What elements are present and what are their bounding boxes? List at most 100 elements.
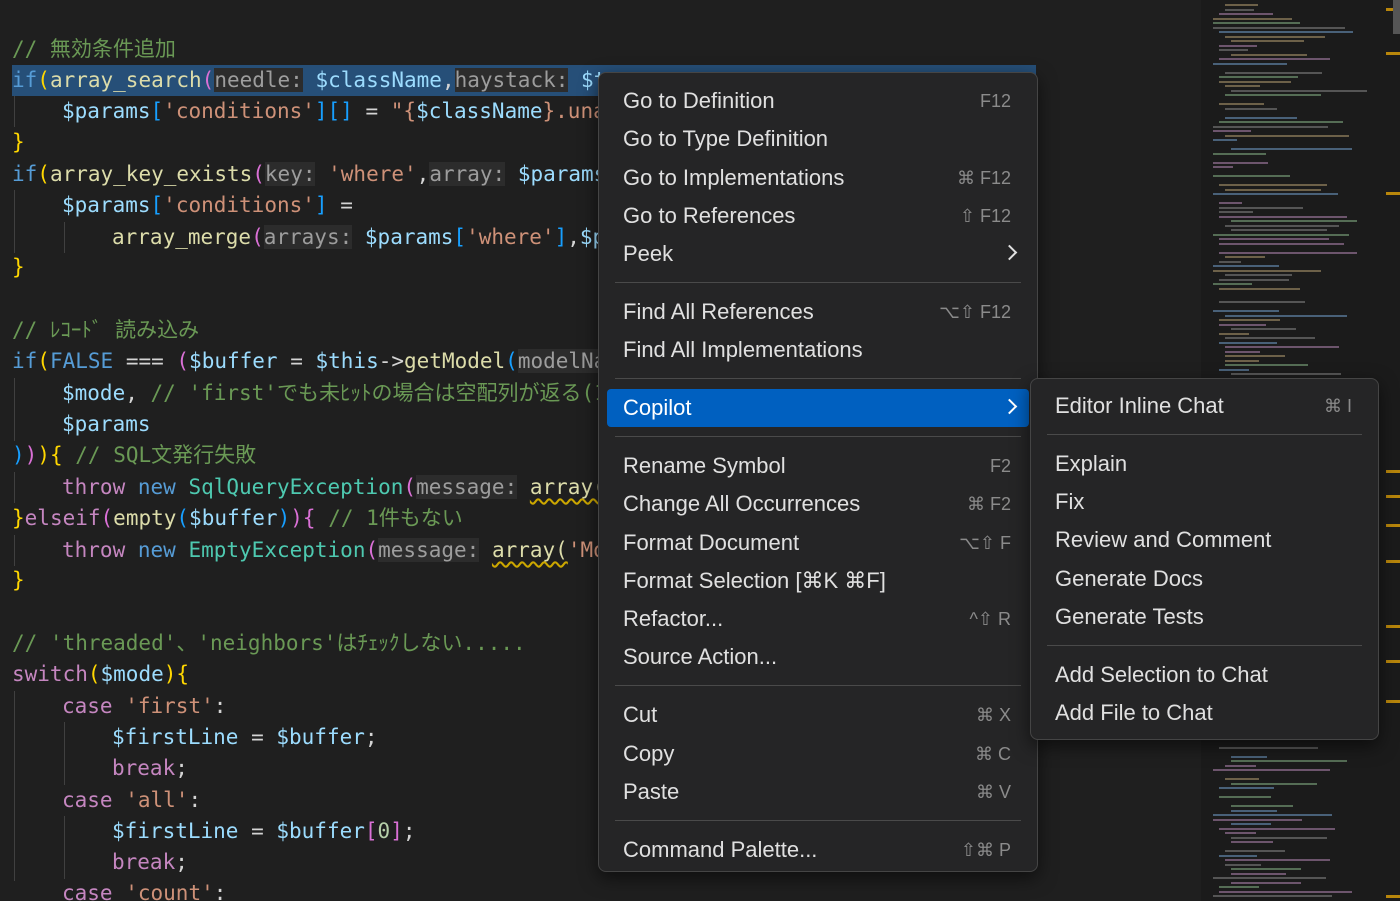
code-token: $buffer <box>189 506 278 530</box>
menu-item-copilot[interactable]: Copilot <box>607 389 1029 428</box>
code-line[interactable]: } <box>12 252 25 283</box>
minimap-line <box>1219 76 1298 78</box>
code-line[interactable]: throw new EmptyException(message: array(… <box>12 535 606 566</box>
code-line[interactable]: array_merge(arrays: $params['where'],$p <box>12 222 605 253</box>
code-token: $firstLine <box>112 725 239 749</box>
code-token: ] <box>554 225 568 249</box>
menu-item-refactor[interactable]: Refactor... ^⇧ R <box>607 600 1029 638</box>
menu-item-review-and-comment[interactable]: Review and Comment <box>1039 521 1370 559</box>
code-token: ; <box>175 756 188 780</box>
menu-item-label: Generate Tests <box>1055 604 1204 629</box>
menu-item-rename-symbol[interactable]: Rename Symbol F2 <box>607 447 1029 485</box>
minimap-line <box>1231 89 1367 92</box>
menu-item-change-all-occurrences[interactable]: Change All Occurrences ⌘ F2 <box>607 485 1029 523</box>
code-token: throw <box>62 538 126 562</box>
code-token: array_merge <box>112 225 252 249</box>
code-line[interactable]: throw new SqlQueryException(message: arr… <box>12 472 606 503</box>
code-line[interactable]: } <box>12 127 25 158</box>
menu-item-copy[interactable]: Copy ⌘ C <box>607 735 1029 773</box>
menu-item-source-action[interactable]: Source Action... <box>607 638 1029 676</box>
menu-item-find-all-references[interactable]: Find All References ⌥⇧ F12 <box>607 293 1029 331</box>
code-line[interactable]: $params <box>12 409 151 440</box>
menu-item-fix[interactable]: Fix <box>1039 483 1370 521</box>
minimap-line <box>1225 4 1258 6</box>
code-line[interactable]: if(array_key_exists(key: 'where',array: … <box>12 159 606 190</box>
menu-item-command-palette[interactable]: Command Palette... ⇧⌘ P <box>607 831 1029 869</box>
menu-item-explain[interactable]: Explain <box>1039 445 1370 483</box>
code-line[interactable]: case 'count': <box>12 878 226 901</box>
menu-item-generate-tests[interactable]: Generate Tests <box>1039 598 1370 636</box>
minimap-line <box>1225 85 1260 87</box>
minimap-line <box>1219 206 1303 209</box>
code-token: "{ <box>390 99 417 123</box>
minimap-line <box>1225 116 1297 119</box>
menu-item-format-selection-k-f[interactable]: Format Selection [⌘K ⌘F] <box>607 562 1029 600</box>
menu-item-go-to-type-definition[interactable]: Go to Type Definition <box>607 120 1029 158</box>
code-line[interactable]: switch($mode){ <box>12 659 189 690</box>
menu-item-format-document[interactable]: Format Document ⌥⇧ F <box>607 524 1029 562</box>
minimap-line <box>1231 809 1277 812</box>
code-token: EmptyException <box>188 538 366 562</box>
menu-item-editor-inline-chat[interactable]: Editor Inline Chat ⌘ I <box>1039 387 1370 425</box>
menu-item-peek[interactable]: Peek <box>607 235 1029 273</box>
code-token: === <box>113 349 177 373</box>
code-line[interactable]: $params['conditions'] = <box>12 190 353 221</box>
context-menu: Go to Definition F12 Go to Type Definition… <box>598 72 1038 872</box>
code-token: empty <box>113 506 177 530</box>
code-line[interactable]: break; <box>12 847 188 878</box>
minimap-line <box>1213 895 1332 897</box>
code-token: ) <box>277 506 291 530</box>
code-line[interactable]: $firstLine = $buffer; <box>12 722 378 753</box>
menu-item-cut[interactable]: Cut ⌘ X <box>607 696 1029 734</box>
menu-item-label: Find All Implementations <box>623 337 863 363</box>
minimap-line <box>1225 778 1259 780</box>
code-token: : <box>213 881 227 901</box>
menu-separator <box>1047 434 1362 436</box>
code-line[interactable]: ))){ // SQL文発行失敗 <box>12 440 256 471</box>
menu-item-label: Format Selection [⌘K ⌘F] <box>623 567 886 593</box>
code-line[interactable]: break; <box>12 753 188 784</box>
code-token: modelNa <box>517 349 607 373</box>
code-line[interactable]: case 'first': <box>12 691 226 722</box>
code-line[interactable]: } <box>12 565 25 596</box>
indent-guide <box>64 222 65 253</box>
scrollbar-thumb[interactable] <box>1393 0 1400 34</box>
menu-item-label: Go to Type Definition <box>623 126 829 152</box>
menu-item-go-to-definition[interactable]: Go to Definition F12 <box>607 82 1029 120</box>
menu-item-go-to-implementations[interactable]: Go to Implementations ⌘ F12 <box>607 159 1029 197</box>
code-token: ) <box>12 443 25 467</box>
menu-item-generate-docs[interactable]: Generate Docs <box>1039 560 1370 598</box>
code-line[interactable]: }elseif(empty($buffer)){ // 1件もない <box>12 503 463 534</box>
menu-item-find-all-implementations[interactable]: Find All Implementations <box>607 331 1029 369</box>
menu-item-add-selection-to-chat[interactable]: Add Selection to Chat <box>1039 656 1370 694</box>
code-token: ( <box>176 349 190 373</box>
menu-item-paste[interactable]: Paste ⌘ V <box>607 773 1029 811</box>
code-line[interactable]: // 'threaded'、'neighbors'はﾁｪｯｸしない..... <box>12 628 526 659</box>
minimap-line <box>1213 161 1268 164</box>
code-line[interactable]: case 'all': <box>12 785 201 816</box>
minimap-line <box>1231 220 1357 222</box>
code-line[interactable]: // ﾚｺｰﾄﾞ 読み込み <box>12 315 199 346</box>
menu-item-add-file-to-chat[interactable]: Add File to Chat <box>1039 694 1370 732</box>
code-token: $buffer <box>276 819 365 843</box>
menu-item-go-to-references[interactable]: Go to References ⇧ F12 <box>607 197 1029 235</box>
minimap-line <box>1225 274 1292 276</box>
minimap-line <box>1219 251 1357 254</box>
code-line[interactable]: if(FALSE === ($buffer = $this->getModel(… <box>12 346 607 377</box>
minimap-line <box>1225 850 1285 852</box>
code-line[interactable]: $params['conditions'][] = "{$className}.… <box>12 96 606 127</box>
code-line[interactable]: $firstLine = $buffer[0]; <box>12 816 416 847</box>
code-line[interactable]: $mode, // 'first'でも未ﾋｯﾄの場合は空配列が返る(1 <box>12 378 607 409</box>
code-token: needle: <box>214 68 303 92</box>
menu-item-label: Paste <box>623 778 680 804</box>
code-token: ( <box>201 68 215 92</box>
menu-item-shortcut: ⌘ F12 <box>956 167 1011 188</box>
code-token: ( <box>37 349 50 373</box>
minimap-line <box>1213 125 1328 128</box>
minimap-marker <box>1386 524 1400 527</box>
code-token: } <box>12 130 25 154</box>
code-token: getModel <box>404 349 506 373</box>
code-line[interactable]: // 無効条件追加 <box>12 34 176 65</box>
